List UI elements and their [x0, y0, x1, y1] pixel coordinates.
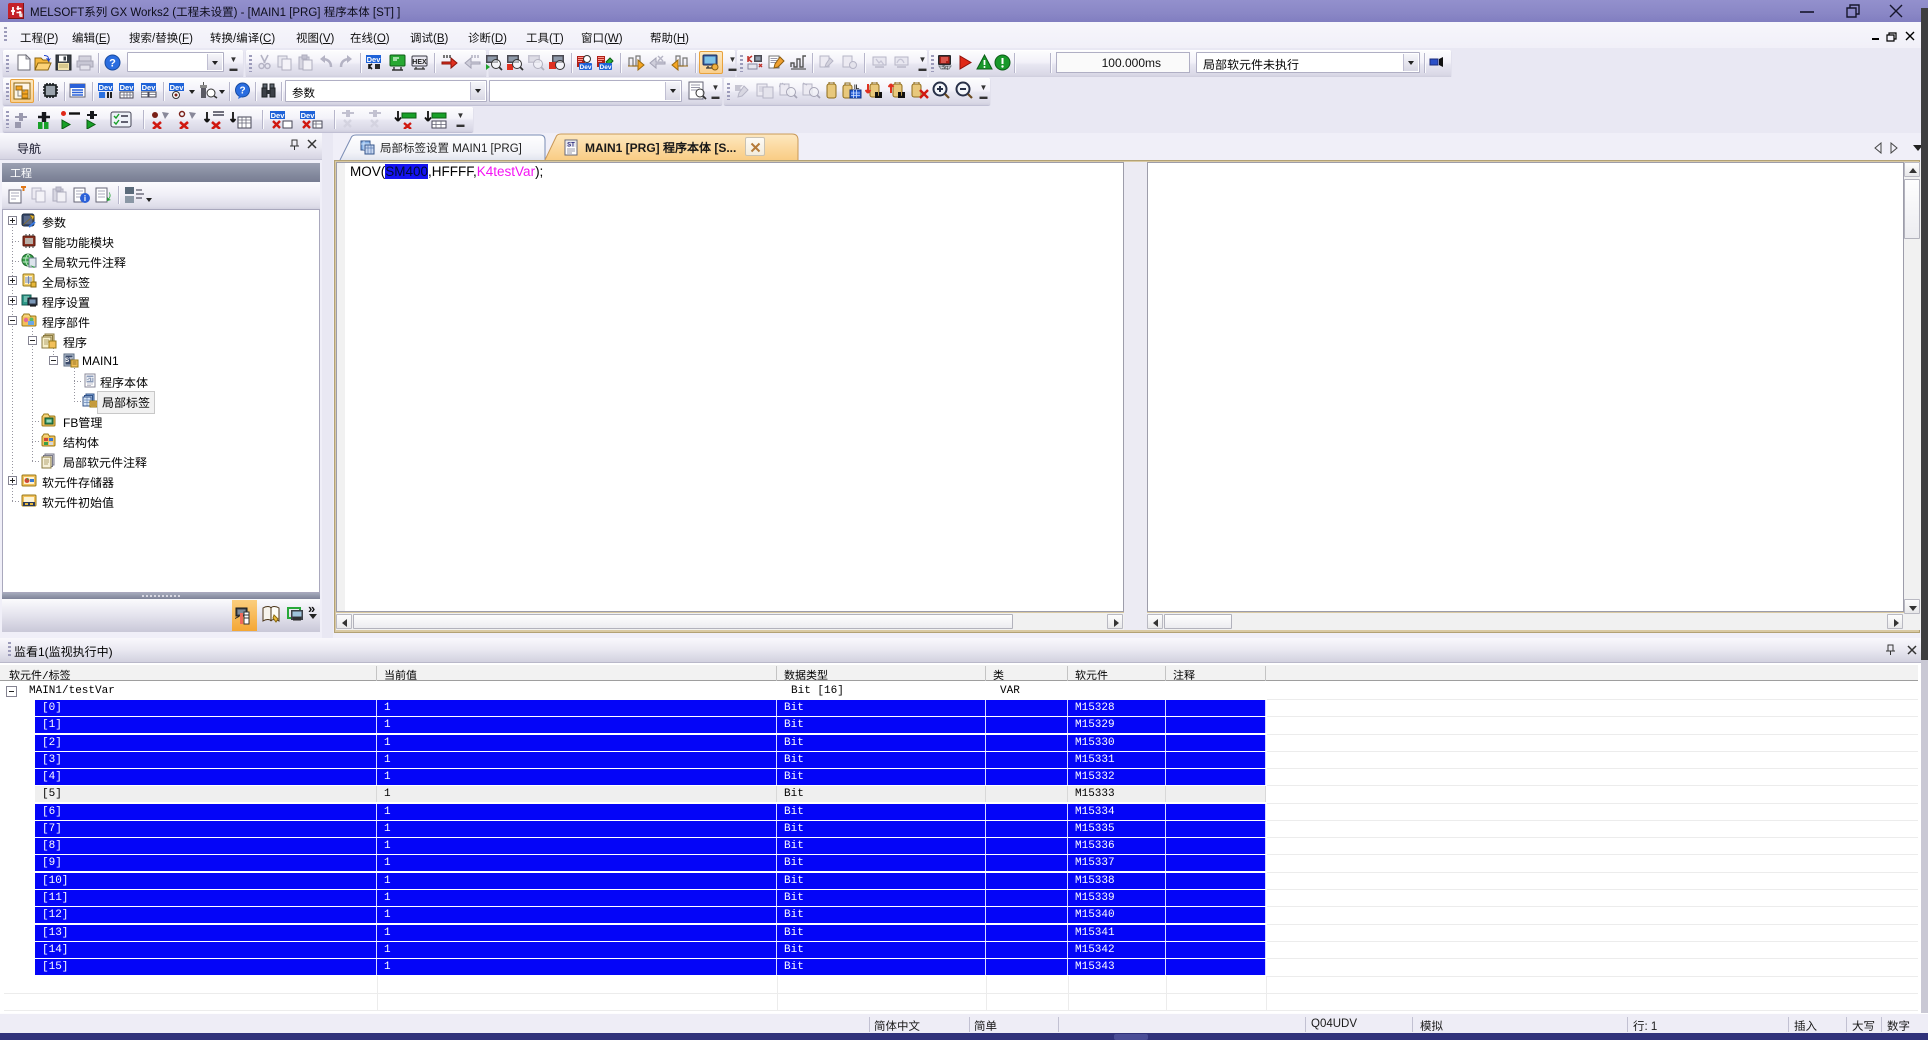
svg-text:Dev: Dev [367, 55, 382, 64]
svg-text:ST: ST [567, 143, 575, 149]
svg-text:Dev: Dev [120, 83, 135, 92]
svg-text:Dev: Dev [271, 111, 286, 120]
svg-text:HEX: HEX [412, 59, 427, 66]
svg-text:?: ? [239, 86, 245, 97]
svg-text:Dev: Dev [99, 83, 114, 92]
svg-text:Dev: Dev [580, 64, 592, 71]
svg-text:Dev: Dev [301, 111, 316, 120]
svg-text:ST: ST [86, 377, 94, 383]
svg-text:?: ? [109, 58, 116, 70]
svg-text:i: i [84, 194, 86, 203]
svg-text:Dev: Dev [142, 83, 157, 92]
svg-text:Sq: Sq [942, 65, 948, 71]
svg-text:Dev: Dev [170, 83, 185, 92]
svg-text:Dev: Dev [600, 64, 612, 71]
